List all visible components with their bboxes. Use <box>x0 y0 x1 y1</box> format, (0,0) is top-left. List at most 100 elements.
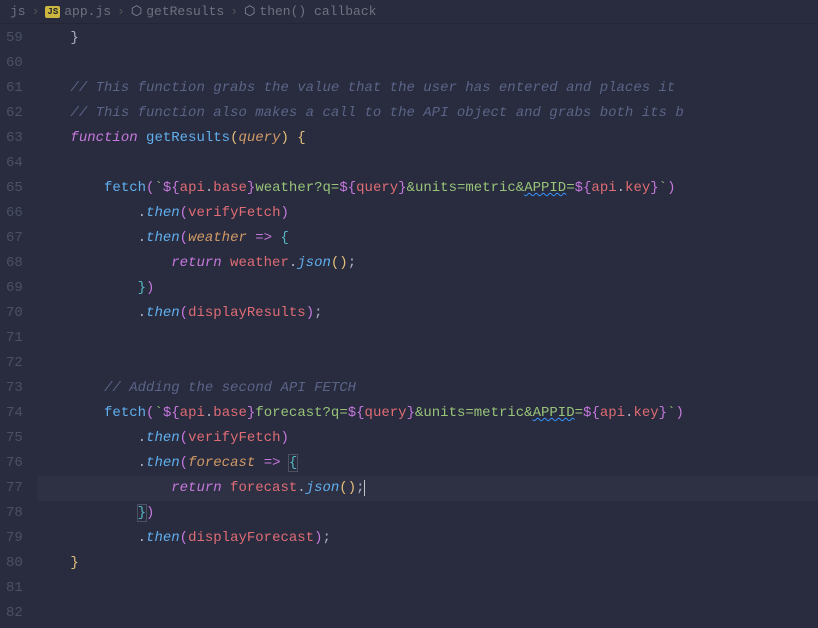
token: then <box>146 430 180 446</box>
code-line[interactable]: .then(weather => { <box>37 226 818 251</box>
code-line[interactable]: .then(forecast => { <box>37 451 818 476</box>
token: . <box>289 255 297 271</box>
token: . <box>138 530 146 546</box>
token: // Adding the second API FETCH <box>104 380 356 396</box>
code-editor[interactable]: 5960616263646566676869707172737475767778… <box>0 24 818 628</box>
token: return <box>171 480 230 496</box>
token: ) <box>280 205 288 221</box>
token: ( <box>180 430 188 446</box>
token: ${ <box>163 180 180 196</box>
token: api <box>180 180 205 196</box>
token: } <box>659 405 667 421</box>
token: ; <box>348 255 356 271</box>
breadcrumb-label: js <box>10 4 26 19</box>
code-line[interactable]: // This function also makes a call to th… <box>37 101 818 126</box>
breadcrumb-label: getResults <box>146 4 224 19</box>
token: then <box>146 230 180 246</box>
token: } <box>398 180 406 196</box>
breadcrumb-item-symbol[interactable]: ⬡ getResults <box>131 4 224 19</box>
line-number: 82 <box>6 601 23 626</box>
line-number: 67 <box>6 226 23 251</box>
line-number: 70 <box>6 301 23 326</box>
token: base <box>213 180 247 196</box>
breadcrumb: js › JS app.js › ⬡ getResults › ⬡ then()… <box>0 0 818 24</box>
breadcrumb-item-symbol[interactable]: ⬡ then() callback <box>244 4 376 19</box>
token: } <box>407 405 415 421</box>
code-line[interactable]: }) <box>37 501 818 526</box>
token <box>281 455 289 471</box>
code-area[interactable]: } // This function grabs the value that … <box>37 24 818 628</box>
token: forecast <box>188 455 255 471</box>
method-icon: ⬡ <box>131 4 142 19</box>
token: weather?q= <box>255 180 339 196</box>
token: function <box>70 130 146 146</box>
token: json <box>297 255 331 271</box>
code-line[interactable]: fetch(`${api.base}forecast?q=${query}&un… <box>37 401 818 426</box>
chevron-icon: › <box>32 4 40 19</box>
token: query <box>365 405 407 421</box>
token: . <box>138 455 146 471</box>
token: } <box>138 505 146 521</box>
code-line[interactable]: } <box>37 26 818 51</box>
token: return <box>171 255 230 271</box>
token: ) <box>667 180 675 196</box>
token: = <box>575 405 583 421</box>
token: { <box>281 230 289 246</box>
code-line[interactable]: return forecast.json(); <box>37 476 818 501</box>
code-line[interactable]: .then(verifyFetch) <box>37 201 818 226</box>
token: . <box>138 205 146 221</box>
code-line[interactable] <box>37 51 818 76</box>
token: ${ <box>163 405 180 421</box>
line-gutter: 5960616263646566676869707172737475767778… <box>0 24 37 628</box>
token: verifyFetch <box>188 430 280 446</box>
token: ; <box>323 530 331 546</box>
method-icon: ⬡ <box>244 4 255 19</box>
line-number: 81 <box>6 576 23 601</box>
token: ) <box>348 480 356 496</box>
token: . <box>138 230 146 246</box>
token: query <box>238 130 280 146</box>
token: ` <box>659 180 667 196</box>
code-line[interactable]: .then(verifyFetch) <box>37 426 818 451</box>
code-line[interactable]: fetch(`${api.base}weather?q=${query}&uni… <box>37 176 818 201</box>
breadcrumb-item-file[interactable]: JS app.js <box>45 4 111 19</box>
line-number: 75 <box>6 426 23 451</box>
code-line[interactable]: } <box>37 551 818 576</box>
token: ) <box>675 405 683 421</box>
token: api <box>591 180 616 196</box>
code-line[interactable]: function getResults(query) { <box>37 126 818 151</box>
token: ( <box>180 455 188 471</box>
token: verifyFetch <box>188 205 280 221</box>
token: ${ <box>575 180 592 196</box>
breadcrumb-item-folder[interactable]: js <box>10 4 26 19</box>
code-line[interactable]: // This function grabs the value that th… <box>37 76 818 101</box>
code-line[interactable] <box>37 326 818 351</box>
code-line[interactable]: // Adding the second API FETCH <box>37 376 818 401</box>
token: ${ <box>339 180 356 196</box>
code-line[interactable] <box>37 151 818 176</box>
token: fetch <box>104 405 146 421</box>
code-line[interactable]: }) <box>37 276 818 301</box>
token: ) <box>280 430 288 446</box>
token: then <box>146 455 180 471</box>
token: query <box>356 180 398 196</box>
token: ) <box>306 305 314 321</box>
code-line[interactable]: return weather.json(); <box>37 251 818 276</box>
token: ` <box>154 180 162 196</box>
code-line[interactable] <box>37 351 818 376</box>
token: json <box>306 480 340 496</box>
code-line[interactable] <box>37 576 818 601</box>
token: } <box>650 180 658 196</box>
code-line[interactable]: .then(displayForecast); <box>37 526 818 551</box>
token: . <box>297 480 305 496</box>
token: weather <box>188 230 247 246</box>
js-icon: JS <box>45 6 60 18</box>
token: ) <box>339 255 347 271</box>
token: ; <box>314 305 322 321</box>
line-number: 74 <box>6 401 23 426</box>
token: getResults <box>146 130 230 146</box>
token: ( <box>180 205 188 221</box>
token: ( <box>180 230 188 246</box>
token: // This function also makes a call to th… <box>70 105 683 121</box>
code-line[interactable]: .then(displayResults); <box>37 301 818 326</box>
